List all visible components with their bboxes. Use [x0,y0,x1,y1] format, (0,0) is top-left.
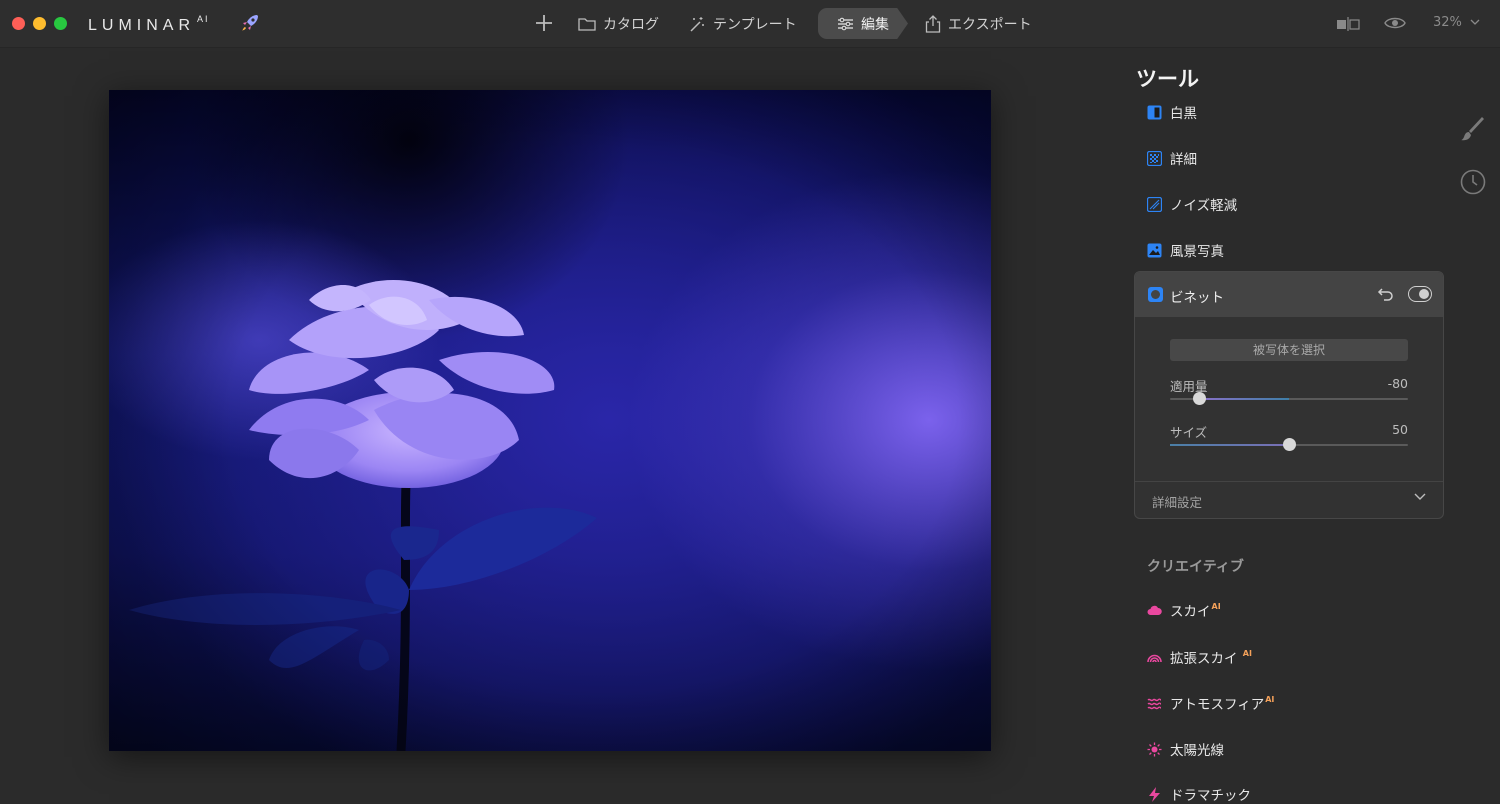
tool-label: 拡張スカイ [1170,651,1238,667]
rainbow-icon [1147,654,1162,662]
tool-sky[interactable]: スカイAI [1147,600,1221,620]
folder-icon [578,18,596,31]
tool-dramatic[interactable]: ドラマチック [1147,784,1251,804]
panel-title: ツール [1136,67,1199,91]
zoom-selector[interactable]: 32% [1433,15,1480,30]
tool-augmented-sky[interactable]: 拡張スカイ AI [1147,647,1252,667]
ai-badge: AI [1211,602,1221,611]
chevron-down-icon [1470,19,1480,25]
size-slider-fill [1170,444,1289,446]
amount-value: -80 [1387,376,1408,391]
tool-atmosphere[interactable]: アトモスフィアAI [1147,693,1274,713]
select-subject-button[interactable]: 被写体を選択 [1170,339,1408,361]
lightning-icon [1149,786,1160,802]
zoom-level: 32% [1433,15,1462,30]
title-bar: LUMINAR AI カタログ テンプレート 編集 エクスポート 32% [0,0,1500,48]
size-value: 50 [1392,422,1408,437]
divider [1135,481,1443,482]
landscape-icon [1147,243,1162,257]
compare-icon[interactable] [1336,16,1360,35]
tool-label: 風景写真 [1170,244,1224,260]
tab-edit-label: 編集 [861,16,889,33]
chevron-down-icon[interactable] [1414,492,1426,502]
rose-photo [109,90,991,751]
close-window-button[interactable] [12,17,25,30]
tool-label: ドラマチック [1170,788,1251,804]
app-logo: LUMINAR AI [88,14,210,34]
creative-section-title: クリエイティブ [1147,559,1244,575]
tool-landscape[interactable]: 風景写真 [1147,240,1224,260]
vignette-tool-card: ビネット 被写体を選択 適用量 -80 サイズ 50 詳細設定 [1134,271,1444,519]
amount-slider-knob[interactable] [1192,392,1206,405]
ai-badge: AI [1265,695,1275,704]
details-icon [1147,150,1162,166]
history-clock-icon[interactable] [1460,169,1486,199]
tab-catalog-label: カタログ [603,16,659,33]
photo-canvas[interactable] [109,90,991,751]
tool-label: ノイズ軽減 [1170,198,1238,214]
share-icon [925,14,941,33]
size-slider[interactable] [1170,438,1408,451]
tool-sunrays[interactable]: 太陽光線 [1147,739,1224,759]
tool-label: 太陽光線 [1170,743,1224,759]
brush-icon[interactable] [1460,117,1486,147]
vignette-header[interactable]: ビネット [1135,272,1443,317]
add-photos-button[interactable] [533,12,555,38]
tab-export-label: エクスポート [948,16,1032,33]
tab-export[interactable]: エクスポート [925,8,1032,39]
tool-label: 詳細 [1170,152,1197,168]
tool-label: 白黒 [1170,106,1197,122]
cloud-icon [1147,605,1162,615]
waves-icon [1147,697,1162,709]
rocket-icon[interactable] [238,11,262,39]
sun-icon [1147,742,1162,756]
size-slider-knob[interactable] [1283,438,1296,451]
size-label: サイズ [1170,425,1208,440]
vignette-icon [1148,287,1163,302]
eye-icon[interactable] [1384,15,1406,35]
tool-black-white[interactable]: 白黒 [1147,102,1197,122]
tab-templates[interactable]: テンプレート [688,8,797,39]
vignette-title: ビネット [1170,290,1224,306]
tab-templates-label: テンプレート [713,16,797,33]
tool-label: アトモスフィア [1170,697,1265,713]
amount-slider[interactable] [1170,392,1408,405]
tab-catalog[interactable]: カタログ [578,8,659,39]
bw-icon [1147,105,1162,119]
undo-icon[interactable] [1377,285,1395,303]
magic-wand-icon [690,16,704,32]
minimize-window-button[interactable] [33,17,46,30]
sliders-icon [838,17,853,30]
zoom-window-button[interactable] [54,17,67,30]
advanced-settings-label[interactable]: 詳細設定 [1152,492,1202,511]
tool-details[interactable]: 詳細 [1147,148,1197,168]
tab-edit[interactable]: 編集 [818,8,908,39]
ai-badge: AI [1242,649,1252,658]
amount-slider-fill [1198,398,1289,400]
tool-label: スカイ [1170,604,1211,620]
vignette-enable-toggle[interactable] [1408,286,1432,302]
tool-noise-reduction[interactable]: ノイズ軽減 [1147,194,1237,214]
noise-icon [1147,196,1162,212]
